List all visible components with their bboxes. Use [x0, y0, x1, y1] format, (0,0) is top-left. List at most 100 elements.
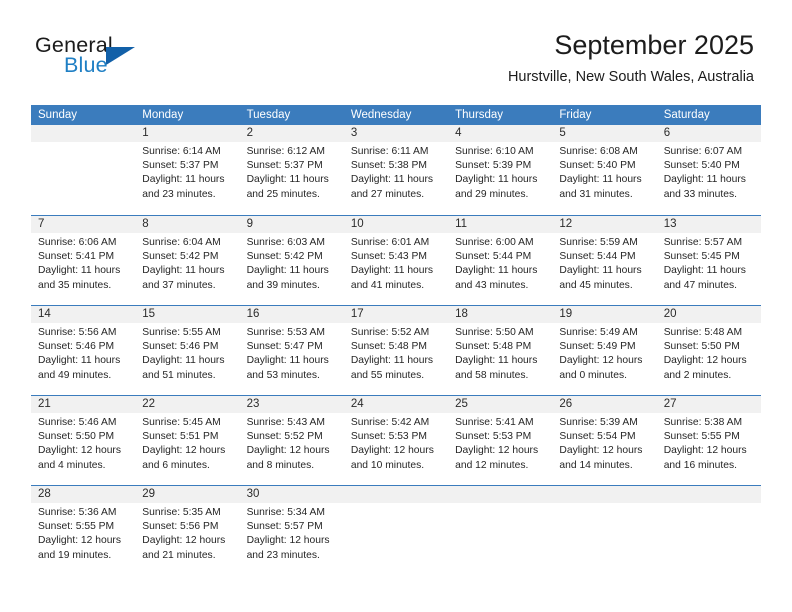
sunrise-time: Sunrise: 5:59 AM: [559, 237, 638, 248]
sunrise-time: Sunrise: 5:46 AM: [38, 417, 117, 428]
day-cell[interactable]: 26 Sunrise: 5:39 AM Sunset: 5:54 PM Dayligh…: [552, 396, 657, 485]
sunset-time: Sunset: 5:48 PM: [455, 341, 532, 353]
day-cell[interactable]: 22 Sunrise: 5:45 AM Sunset: 5:51 PM Dayligh…: [135, 396, 240, 485]
day-cell[interactable]: 10 Sunrise: 6:01 AM Sunset: 5:43 PM Dayligh…: [343, 216, 449, 305]
sunset-time: Sunset: 5:46 PM: [142, 341, 219, 353]
day-cell[interactable]: 12 Sunrise: 5:59 AM Sunset: 5:44 PM Dayligh…: [552, 216, 657, 305]
day-details: Sunrise: 5:38 AM Sunset: 5:55 PM Daylight:…: [657, 413, 761, 473]
day-cell[interactable]: 6 Sunrise: 6:07 AM Sunset: 5:40 PM Daylight…: [656, 125, 761, 215]
day-cell[interactable]: 18 Sunrise: 5:50 AM Sunset: 5:48 PM Dayligh…: [448, 306, 553, 395]
daylight-line-2: and 58 minutes.: [455, 369, 529, 381]
daylight-line-2: and 43 minutes.: [455, 279, 529, 291]
day-cell-empty: [343, 486, 449, 575]
day-number: 20: [656, 306, 761, 323]
day-details: Sunrise: 6:04 AM Sunset: 5:42 PM Daylight:…: [135, 233, 239, 293]
day-number: 21: [31, 396, 136, 413]
sunrise-time: Sunrise: 5:49 AM: [559, 327, 638, 338]
day-number: [343, 486, 449, 503]
sunset-time: Sunset: 5:49 PM: [559, 341, 636, 353]
day-details: Sunrise: 5:45 AM Sunset: 5:51 PM Daylight:…: [135, 413, 239, 473]
daylight-line-2: and 51 minutes.: [142, 369, 216, 381]
general-blue-logo[interactable]: General Blue: [35, 33, 225, 83]
day-cell[interactable]: 8 Sunrise: 6:04 AM Sunset: 5:42 PM Daylight…: [135, 216, 240, 305]
day-cell[interactable]: 30 Sunrise: 5:34 AM Sunset: 5:57 PM Dayligh…: [239, 486, 344, 575]
day-cell[interactable]: 28 Sunrise: 5:36 AM Sunset: 5:55 PM Dayligh…: [31, 486, 136, 575]
daylight-line-1: Daylight: 12 hours: [246, 445, 330, 457]
daylight-line-2: and 16 minutes.: [663, 459, 737, 471]
day-cell[interactable]: 14 Sunrise: 5:56 AM Sunset: 5:46 PM Dayligh…: [31, 306, 136, 395]
daylight-line-1: Daylight: 11 hours: [350, 355, 434, 367]
day-number: 29: [135, 486, 240, 503]
sunrise-time: Sunrise: 6:12 AM: [246, 146, 325, 157]
day-cell[interactable]: 11 Sunrise: 6:00 AM Sunset: 5:44 PM Dayligh…: [448, 216, 553, 305]
sunrise-time: Sunrise: 5:42 AM: [350, 417, 430, 428]
day-cell[interactable]: 24 Sunrise: 5:42 AM Sunset: 5:53 PM Dayligh…: [343, 396, 449, 485]
daylight-line-2: and 55 minutes.: [350, 369, 425, 381]
daylight-line-2: and 21 minutes.: [142, 549, 216, 561]
weekday-header-thursday: Thursday: [455, 109, 504, 121]
day-number: 7: [31, 216, 136, 233]
sunset-time: Sunset: 5:40 PM: [663, 160, 740, 172]
day-number: 12: [552, 216, 657, 233]
sunset-time: Sunset: 5:51 PM: [142, 431, 219, 443]
day-cell[interactable]: 23 Sunrise: 5:43 AM Sunset: 5:52 PM Dayligh…: [239, 396, 344, 485]
day-cell[interactable]: 5 Sunrise: 6:08 AM Sunset: 5:40 PM Daylight…: [552, 125, 657, 215]
daylight-line-2: and 41 minutes.: [350, 279, 425, 291]
day-cell[interactable]: 3 Sunrise: 6:11 AM Sunset: 5:38 PM Daylight…: [343, 125, 449, 215]
sunrise-time: Sunrise: 5:45 AM: [142, 417, 221, 428]
daylight-line-1: Daylight: 11 hours: [663, 265, 746, 277]
day-cell-empty: [656, 486, 761, 575]
week-row: 21 Sunrise: 5:46 AM Sunset: 5:50 PM Dayligh…: [31, 395, 761, 485]
day-details: Sunrise: 6:10 AM Sunset: 5:39 PM Daylight:…: [448, 142, 552, 202]
daylight-line-1: Daylight: 12 hours: [350, 445, 434, 457]
daylight-line-2: and 12 minutes.: [455, 459, 529, 471]
day-details: Sunrise: 6:12 AM Sunset: 5:37 PM Daylight:…: [240, 142, 344, 202]
sunrise-time: Sunrise: 5:48 AM: [663, 327, 743, 338]
day-cell[interactable]: 15 Sunrise: 5:55 AM Sunset: 5:46 PM Dayligh…: [135, 306, 240, 395]
sunset-time: Sunset: 5:39 PM: [455, 160, 532, 172]
sunrise-time: Sunrise: 6:00 AM: [455, 237, 534, 248]
day-cell[interactable]: 27 Sunrise: 5:38 AM Sunset: 5:55 PM Dayligh…: [656, 396, 761, 485]
weekday-header-row: Sunday Monday Tuesday Wednesday Thursday Frid…: [31, 105, 761, 125]
daylight-line-1: Daylight: 11 hours: [455, 355, 538, 367]
sunset-time: Sunset: 5:40 PM: [559, 160, 636, 172]
day-details: Sunrise: 6:08 AM Sunset: 5:40 PM Daylight:…: [552, 142, 656, 202]
sunset-time: Sunset: 5:57 PM: [246, 521, 323, 533]
day-cell[interactable]: 16 Sunrise: 5:53 AM Sunset: 5:47 PM Dayligh…: [239, 306, 344, 395]
day-cell[interactable]: 7 Sunrise: 6:06 AM Sunset: 5:41 PM Daylight…: [31, 216, 136, 305]
sunset-time: Sunset: 5:38 PM: [350, 160, 427, 172]
day-cell[interactable]: 17 Sunrise: 5:52 AM Sunset: 5:48 PM Dayligh…: [343, 306, 449, 395]
sunrise-time: Sunrise: 5:55 AM: [142, 327, 221, 338]
day-number: 18: [448, 306, 553, 323]
daylight-line-1: Daylight: 12 hours: [559, 445, 643, 457]
day-cell[interactable]: 25 Sunrise: 5:41 AM Sunset: 5:53 PM Dayligh…: [448, 396, 553, 485]
day-number: 6: [656, 125, 761, 142]
daylight-line-2: and 2 minutes.: [663, 369, 732, 381]
sunrise-time: Sunrise: 6:07 AM: [663, 146, 743, 157]
day-cell[interactable]: 9 Sunrise: 6:03 AM Sunset: 5:42 PM Daylight…: [239, 216, 344, 305]
sunrise-time: Sunrise: 5:38 AM: [663, 417, 743, 428]
sunrise-time: Sunrise: 5:39 AM: [559, 417, 638, 428]
day-cell[interactable]: 29 Sunrise: 5:35 AM Sunset: 5:56 PM Dayligh…: [135, 486, 240, 575]
day-cell[interactable]: 20 Sunrise: 5:48 AM Sunset: 5:50 PM Dayligh…: [656, 306, 761, 395]
logo-text-blue: Blue: [64, 53, 108, 77]
page-header: General Blue September 2025 Hurstville, …: [0, 0, 792, 100]
day-details: Sunrise: 5:39 AM Sunset: 5:54 PM Daylight:…: [552, 413, 656, 473]
daylight-line-2: and 0 minutes.: [559, 369, 627, 381]
day-cell[interactable]: 13 Sunrise: 5:57 AM Sunset: 5:45 PM Dayligh…: [656, 216, 761, 305]
daylight-line-2: and 6 minutes.: [142, 459, 210, 471]
day-cell[interactable]: 2 Sunrise: 6:12 AM Sunset: 5:37 PM Daylight…: [239, 125, 344, 215]
day-cell[interactable]: 19 Sunrise: 5:49 AM Sunset: 5:49 PM Dayligh…: [552, 306, 657, 395]
day-cell[interactable]: 4 Sunrise: 6:10 AM Sunset: 5:39 PM Daylight…: [448, 125, 553, 215]
day-cell[interactable]: 21 Sunrise: 5:46 AM Sunset: 5:50 PM Dayligh…: [31, 396, 136, 485]
sunrise-time: Sunrise: 5:35 AM: [142, 507, 221, 518]
daylight-line-2: and 47 minutes.: [663, 279, 737, 291]
day-cell[interactable]: 1 Sunrise: 6:14 AM Sunset: 5:37 PM Daylight…: [135, 125, 240, 215]
daylight-line-1: Daylight: 12 hours: [142, 445, 226, 457]
weekday-header-tuesday: Tuesday: [246, 109, 291, 121]
daylight-line-1: Daylight: 12 hours: [455, 445, 539, 457]
day-number: 15: [135, 306, 240, 323]
daylight-line-1: Daylight: 11 hours: [142, 355, 225, 367]
daylight-line-1: Daylight: 12 hours: [38, 445, 121, 457]
sunset-time: Sunset: 5:56 PM: [142, 521, 219, 533]
